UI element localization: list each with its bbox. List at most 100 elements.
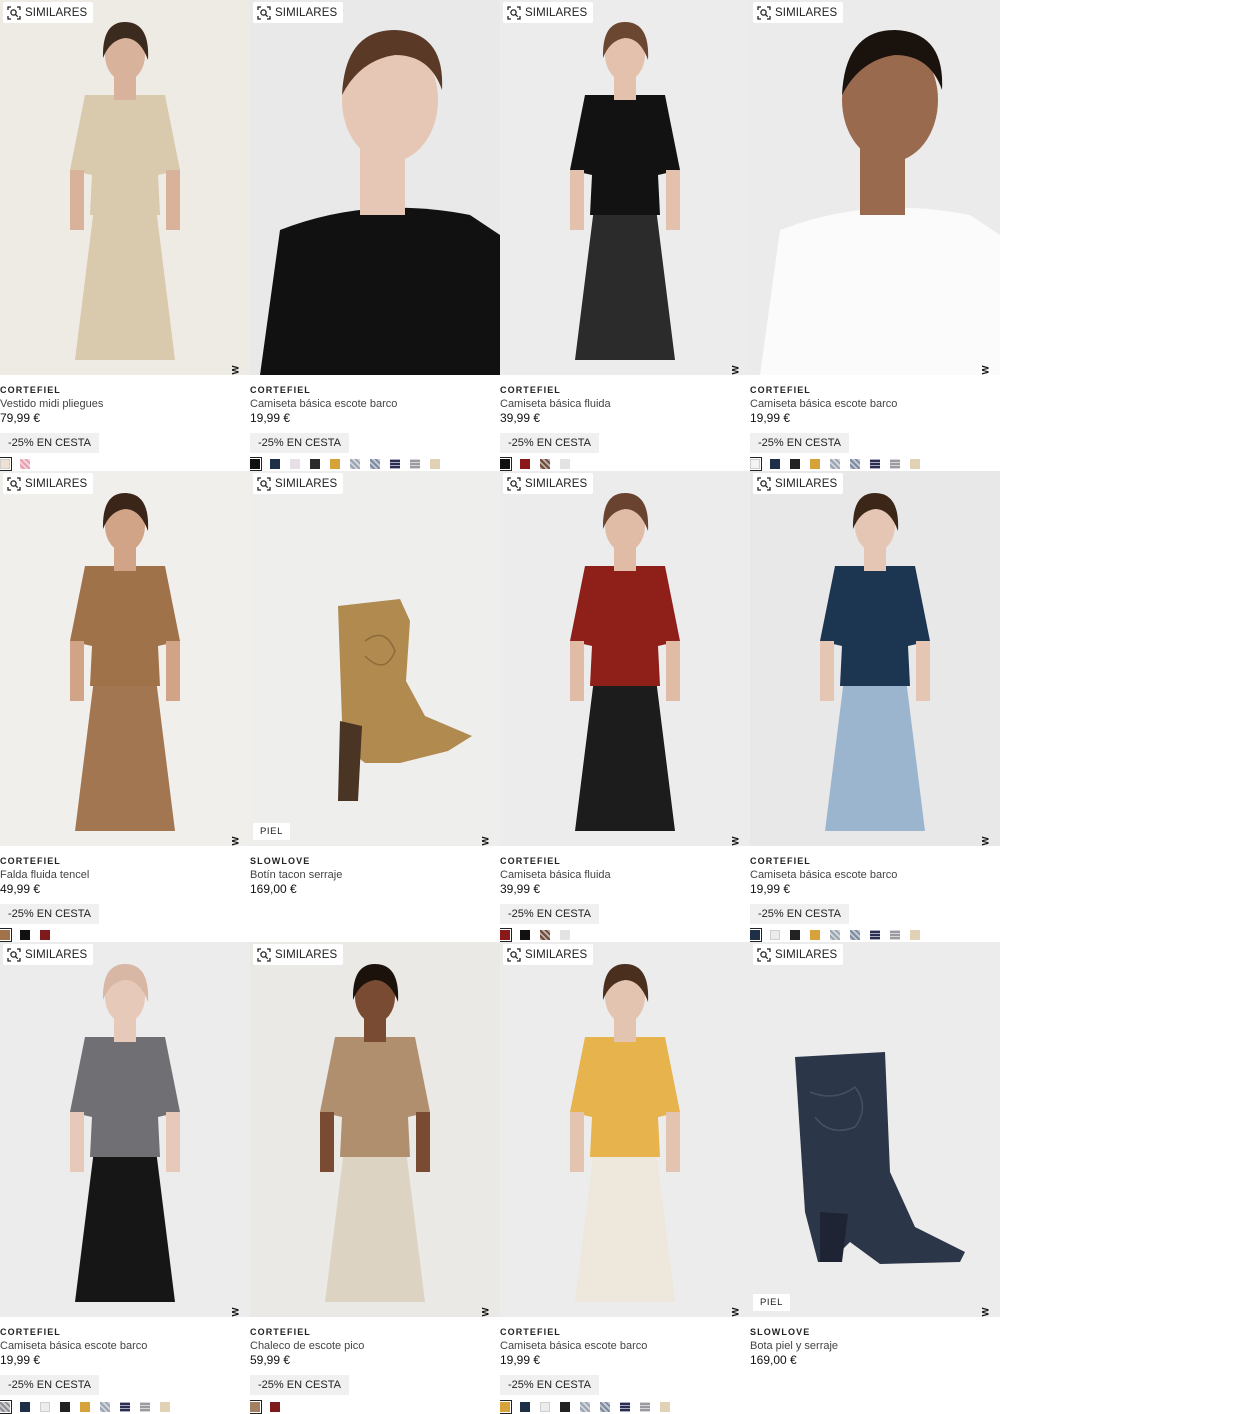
similar-button[interactable]: SIMILARES [753, 473, 844, 494]
color-swatch[interactable] [890, 930, 900, 940]
color-swatch[interactable] [370, 459, 380, 469]
color-swatch[interactable] [830, 930, 840, 940]
color-swatch[interactable] [120, 1402, 130, 1412]
color-swatch[interactable] [850, 459, 860, 469]
product-card[interactable]: SIMILARES NEW CORTEFIEL Camiseta básica … [500, 471, 750, 942]
color-swatch[interactable] [80, 1402, 90, 1412]
color-swatch[interactable] [600, 1402, 610, 1412]
color-swatch[interactable] [830, 459, 840, 469]
color-swatch[interactable] [810, 459, 820, 469]
product-name[interactable]: Falda fluida tencel [0, 868, 250, 882]
product-card[interactable]: SIMILARES NEW CORTEFIEL Camiseta básica … [0, 942, 250, 1414]
product-name[interactable]: Botín tacon serraje [250, 868, 500, 882]
color-swatch[interactable] [890, 459, 900, 469]
color-swatch[interactable] [310, 459, 320, 469]
color-swatch[interactable] [540, 459, 550, 469]
product-image[interactable]: SIMILARES NEW [250, 942, 500, 1317]
product-name[interactable]: Camiseta básica escote barco [750, 868, 1000, 882]
color-swatch[interactable] [430, 459, 440, 469]
product-image[interactable]: SIMILARES NEW [250, 0, 500, 375]
color-swatch[interactable] [850, 930, 860, 940]
product-name[interactable]: Camiseta básica escote barco [250, 397, 500, 411]
color-swatch[interactable] [100, 1402, 110, 1412]
color-swatch[interactable] [0, 457, 12, 471]
product-name[interactable]: Vestido midi pliegues [0, 397, 250, 411]
similar-button[interactable]: SIMILARES [753, 944, 844, 965]
color-swatch[interactable] [620, 1402, 630, 1412]
color-swatch[interactable] [330, 459, 340, 469]
product-name[interactable]: Camiseta básica escote barco [500, 1339, 750, 1353]
product-image[interactable]: SIMILARES NEW PIEL [250, 471, 500, 846]
product-name[interactable]: Camiseta básica fluida [500, 397, 750, 411]
color-swatch[interactable] [20, 1402, 30, 1412]
color-swatch[interactable] [500, 457, 512, 471]
similar-button[interactable]: SIMILARES [503, 944, 594, 965]
color-swatch[interactable] [750, 457, 762, 471]
color-swatch[interactable] [40, 1402, 50, 1412]
product-image[interactable]: SIMILARES NEW [0, 471, 250, 846]
similar-button[interactable]: SIMILARES [753, 2, 844, 23]
color-swatch[interactable] [390, 459, 400, 469]
color-swatch[interactable] [140, 1402, 150, 1412]
color-swatch[interactable] [500, 928, 512, 942]
color-swatch[interactable] [770, 930, 780, 940]
color-swatch[interactable] [60, 1402, 70, 1412]
color-swatch[interactable] [560, 930, 570, 940]
color-swatch[interactable] [290, 459, 300, 469]
product-image[interactable]: SIMILARES NEW [500, 471, 750, 846]
color-swatch[interactable] [910, 459, 920, 469]
product-card[interactable]: SIMILARES NEW CORTEFIEL Camiseta básica … [500, 0, 750, 471]
similar-button[interactable]: SIMILARES [253, 944, 344, 965]
color-swatch[interactable] [270, 459, 280, 469]
color-swatch[interactable] [350, 459, 360, 469]
color-swatch[interactable] [640, 1402, 650, 1412]
color-swatch[interactable] [790, 930, 800, 940]
product-card[interactable]: SIMILARES NEW CORTEFIEL Chaleco de escot… [250, 942, 500, 1414]
color-swatch[interactable] [0, 1400, 12, 1414]
product-name[interactable]: Bota piel y serraje [750, 1339, 1000, 1353]
product-name[interactable]: Camiseta básica escote barco [0, 1339, 250, 1353]
product-image[interactable]: SIMILARES NEW [500, 0, 750, 375]
color-swatch[interactable] [810, 930, 820, 940]
product-image[interactable]: SIMILARES NEW [0, 942, 250, 1317]
product-card[interactable]: SIMILARES NEW CORTEFIEL Vestido midi pli… [0, 0, 250, 471]
color-swatch[interactable] [20, 930, 30, 940]
color-swatch[interactable] [520, 1402, 530, 1412]
product-card[interactable]: SIMILARES NEW CORTEFIEL Camiseta básica … [500, 942, 750, 1414]
product-name[interactable]: Chaleco de escote pico [250, 1339, 500, 1353]
color-swatch[interactable] [580, 1402, 590, 1412]
similar-button[interactable]: SIMILARES [3, 473, 94, 494]
product-card[interactable]: SIMILARES NEW CORTEFIEL Camiseta básica … [750, 471, 1000, 942]
color-swatch[interactable] [520, 459, 530, 469]
color-swatch[interactable] [40, 930, 50, 940]
color-swatch[interactable] [500, 1400, 512, 1414]
color-swatch[interactable] [410, 459, 420, 469]
color-swatch[interactable] [250, 457, 262, 471]
color-swatch[interactable] [750, 928, 762, 942]
color-swatch[interactable] [870, 930, 880, 940]
similar-button[interactable]: SIMILARES [503, 473, 594, 494]
product-image[interactable]: SIMILARES NEW [0, 0, 250, 375]
product-name[interactable]: Camiseta básica escote barco [750, 397, 1000, 411]
similar-button[interactable]: SIMILARES [3, 944, 94, 965]
color-swatch[interactable] [0, 928, 12, 942]
similar-button[interactable]: SIMILARES [3, 2, 94, 23]
color-swatch[interactable] [270, 1402, 280, 1412]
color-swatch[interactable] [250, 1400, 262, 1414]
color-swatch[interactable] [770, 459, 780, 469]
color-swatch[interactable] [870, 459, 880, 469]
color-swatch[interactable] [520, 930, 530, 940]
color-swatch[interactable] [910, 930, 920, 940]
color-swatch[interactable] [160, 1402, 170, 1412]
product-card[interactable]: SIMILARES NEW PIEL SLOWLOVE Botín tacon … [250, 471, 500, 942]
product-image[interactable]: SIMILARES NEW PIEL [750, 942, 1000, 1317]
similar-button[interactable]: SIMILARES [503, 2, 594, 23]
color-swatch[interactable] [20, 459, 30, 469]
similar-button[interactable]: SIMILARES [253, 473, 344, 494]
color-swatch[interactable] [560, 459, 570, 469]
product-image[interactable]: SIMILARES NEW [500, 942, 750, 1317]
product-card[interactable]: SIMILARES NEW CORTEFIEL Falda fluida ten… [0, 471, 250, 942]
product-image[interactable]: SIMILARES NEW [750, 0, 1000, 375]
product-name[interactable]: Camiseta básica fluida [500, 868, 750, 882]
product-card[interactable]: SIMILARES NEW CORTEFIEL Camiseta básica … [750, 0, 1000, 471]
